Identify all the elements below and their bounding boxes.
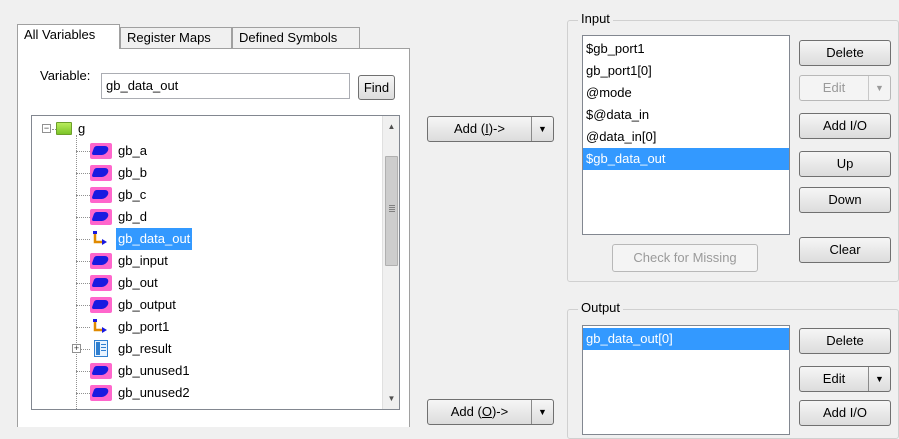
tab-defined-symbols[interactable]: Defined Symbols	[232, 27, 360, 49]
output-list-item[interactable]: gb_data_out[0]	[583, 328, 789, 350]
input-edit-label: Edit	[822, 80, 846, 95]
check-for-missing-button[interactable]: Check for Missing	[612, 244, 758, 272]
folder-icon	[56, 122, 72, 135]
scroll-down-icon[interactable]: ▼	[383, 390, 399, 407]
input-clear-button[interactable]: Clear	[799, 237, 891, 263]
add-input-button[interactable]: Add (I)-> ▼	[427, 116, 554, 142]
tree-root[interactable]: − g	[32, 118, 382, 140]
collapse-icon[interactable]: −	[42, 124, 51, 133]
input-list-item[interactable]: $gb_port1	[583, 38, 789, 60]
tree-root-label: g	[78, 121, 86, 136]
tree-line	[76, 261, 90, 262]
input-up-button[interactable]: Up	[799, 151, 891, 177]
variable-label: Variable:	[40, 68, 91, 83]
input-edit-button[interactable]: Edit ▼	[799, 75, 891, 101]
tree-item[interactable]: + gb_result	[32, 338, 382, 360]
wire-icon	[90, 143, 112, 159]
output-delete-button[interactable]: Delete	[799, 328, 891, 354]
variable-input[interactable]: gb_data_out	[101, 73, 350, 99]
tree-item[interactable]: gb_output	[32, 294, 382, 316]
input-add-io-button[interactable]: Add I/O	[799, 113, 891, 139]
add-output-accel: O	[481, 404, 492, 419]
tree-item[interactable]: gb_unused1	[32, 360, 382, 382]
input-list[interactable]: $gb_port1 gb_port1[0] @mode $@data_in @data_…	[582, 35, 790, 235]
wire-icon	[90, 297, 112, 313]
variable-tree[interactable]: − g gb_a gb_b gb_c gb_d gb_data_out gb_input gb_…	[31, 115, 400, 410]
tab-all-variables[interactable]: All Variables	[17, 24, 120, 49]
port-icon	[90, 230, 112, 248]
tree-line	[76, 283, 90, 284]
tree-item-label: gb_output	[118, 297, 176, 312]
input-list-item[interactable]: $@data_in	[583, 104, 789, 126]
tree-item-label: gb_b	[118, 165, 147, 180]
add-input-suffix: )->	[488, 121, 505, 136]
wire-icon	[90, 209, 112, 225]
add-input-label: Add (	[454, 121, 486, 136]
tree-line	[76, 371, 90, 372]
tree-item-label: gb_input	[118, 253, 168, 268]
input-group-title: Input	[578, 11, 613, 26]
tree-item[interactable]: gb_a	[32, 140, 382, 162]
output-edit-dropdown-icon[interactable]: ▼	[868, 367, 890, 391]
wire-icon	[90, 187, 112, 203]
expand-icon[interactable]: +	[72, 344, 81, 353]
tree-scrollbar[interactable]: ▲ ▼	[382, 116, 399, 409]
tree-line	[76, 195, 90, 196]
port-icon	[90, 318, 112, 336]
input-delete-button[interactable]: Delete	[799, 40, 891, 66]
tree-item[interactable]: gb_port1	[32, 316, 382, 338]
input-edit-dropdown-icon[interactable]: ▼	[868, 76, 890, 100]
add-output-suffix: )->	[491, 404, 509, 419]
tree-line	[76, 393, 90, 394]
tree-item[interactable]: gb_data_out	[32, 228, 382, 250]
input-list-item[interactable]: gb_port1[0]	[583, 60, 789, 82]
input-list-item[interactable]: $gb_data_out	[583, 148, 789, 170]
scroll-thumb[interactable]	[385, 156, 398, 266]
wire-icon	[90, 165, 112, 181]
tree-line	[76, 151, 90, 152]
tree-item-label: gb_unused1	[118, 363, 190, 378]
input-down-button[interactable]: Down	[799, 187, 891, 213]
tree-line	[76, 173, 90, 174]
tab-register-maps[interactable]: Register Maps	[120, 27, 232, 49]
tree-item[interactable]: gb_b	[32, 162, 382, 184]
add-input-dropdown-icon[interactable]: ▼	[531, 117, 553, 141]
add-output-dropdown-icon[interactable]: ▼	[531, 400, 553, 424]
wire-icon	[90, 385, 112, 401]
record-icon	[94, 340, 108, 357]
tree-item-label: gb_result	[118, 341, 172, 356]
tree-item-label: gb_a	[118, 143, 147, 158]
tree-item-label: gb_port1	[118, 319, 170, 334]
tree-item[interactable]: gb_input	[32, 250, 382, 272]
tree-line	[76, 217, 90, 218]
tree-item[interactable]: gb_out	[32, 272, 382, 294]
output-add-io-button[interactable]: Add I/O	[799, 400, 891, 426]
wire-icon	[90, 253, 112, 269]
tree-item-label: gb_d	[118, 209, 147, 224]
output-edit-label: Edit	[822, 371, 846, 386]
output-list[interactable]: gb_data_out[0]	[582, 325, 790, 435]
tree-item[interactable]: gb_unused2	[32, 382, 382, 404]
output-group-title: Output	[578, 300, 624, 315]
input-list-item[interactable]: @mode	[583, 82, 789, 104]
scroll-up-icon[interactable]: ▲	[383, 118, 399, 135]
add-output-label: Add (	[450, 404, 482, 419]
output-edit-button[interactable]: Edit ▼	[799, 366, 891, 392]
add-output-button[interactable]: Add (O)-> ▼	[427, 399, 554, 425]
tree-item[interactable]: gb_c	[32, 184, 382, 206]
tree-item-label: gb_c	[118, 187, 147, 202]
tree-line	[76, 327, 90, 328]
input-list-item[interactable]: @data_in[0]	[583, 126, 789, 148]
tree-item-label: gb_data_out	[116, 228, 193, 250]
find-button[interactable]: Find	[358, 75, 395, 100]
wire-icon	[90, 363, 112, 379]
tree-item[interactable]: gb_d	[32, 206, 382, 228]
tree-line	[76, 305, 90, 306]
tree-item-label: gb_out	[118, 275, 158, 290]
tree-item-label: gb_unused2	[118, 385, 190, 400]
tree-line	[76, 239, 90, 240]
wire-icon	[90, 275, 112, 291]
